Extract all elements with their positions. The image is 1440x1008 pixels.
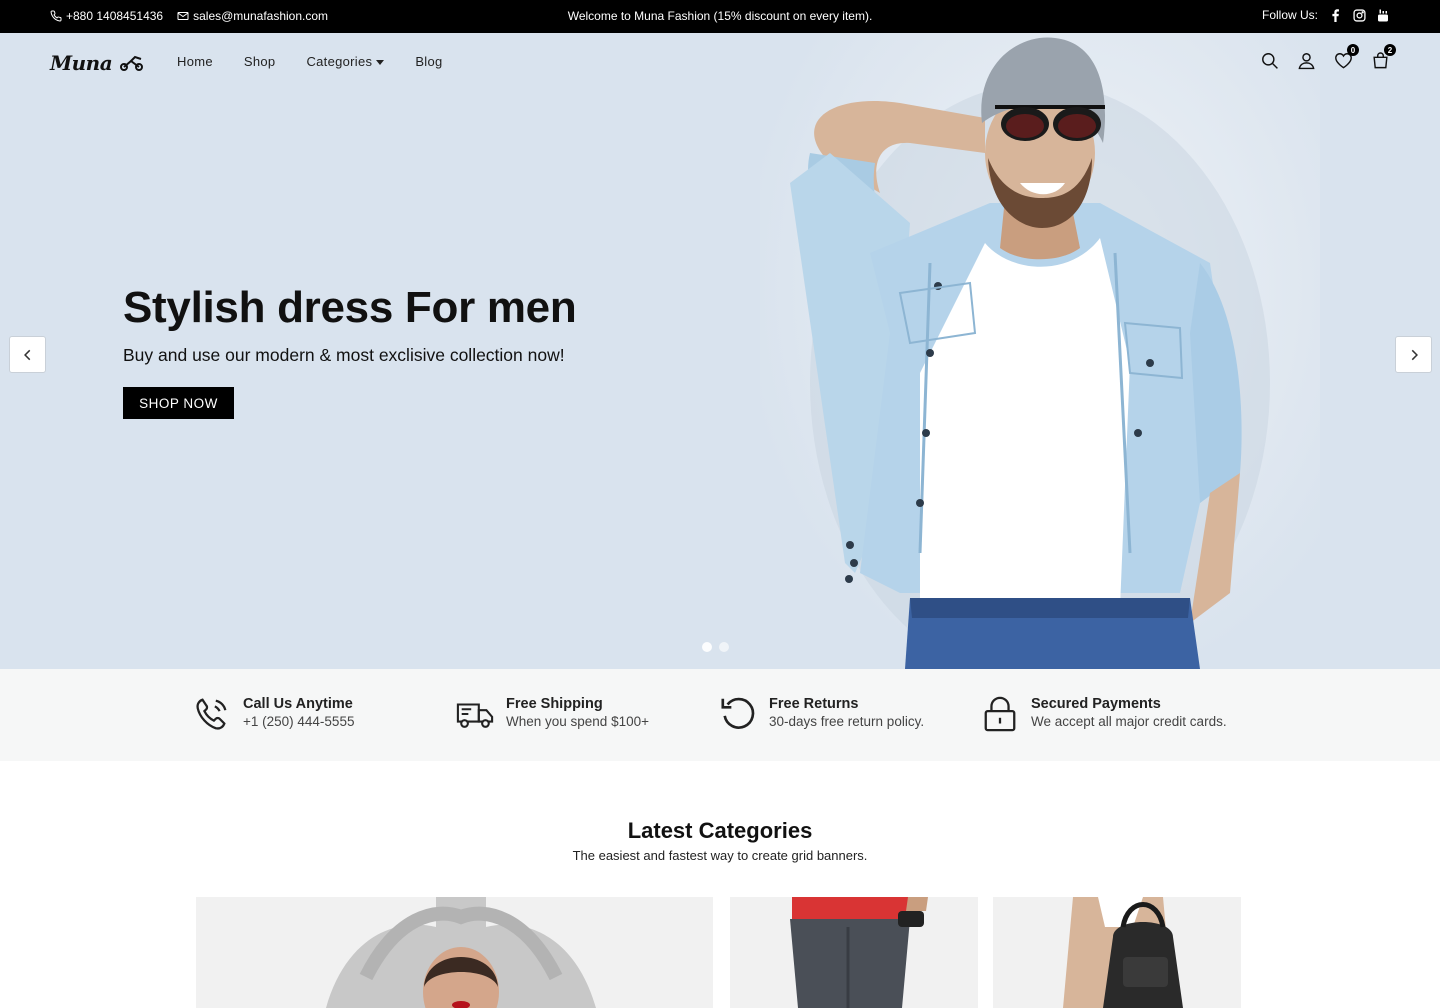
feature-subtitle: +1 (250) 444-5555 <box>243 714 355 729</box>
slider-dot-1[interactable] <box>702 642 712 652</box>
feature-shipping: Free Shipping When you spend $100+ <box>456 695 649 733</box>
shop-now-button[interactable]: SHOP NOW <box>123 387 234 419</box>
feature-subtitle: We accept all major credit cards. <box>1031 714 1227 729</box>
nav-item-home[interactable]: Home <box>177 54 213 69</box>
social-links: Follow Us: <box>1262 8 1390 22</box>
nav-actions: 0 2 <box>1260 44 1396 70</box>
category-image-accessories <box>993 897 1241 1008</box>
truck-icon <box>456 703 494 728</box>
cart-icon[interactable]: 2 <box>1371 44 1396 70</box>
site-logo[interactable]: Muna <box>50 51 145 75</box>
category-image-women <box>196 897 713 1008</box>
scooter-icon <box>119 55 143 71</box>
instagram-icon[interactable] <box>1352 8 1366 22</box>
category-card-men[interactable] <box>730 897 978 1008</box>
feature-call: Call Us Anytime +1 (250) 444-5555 <box>193 695 354 733</box>
nav-menu: Home Shop Categories Blog <box>177 54 443 69</box>
hero-title: Stylish dress For men <box>123 283 577 332</box>
lock-icon <box>984 696 1016 732</box>
feature-returns: Free Returns 30-days free return policy. <box>719 695 924 733</box>
feature-title: Secured Payments <box>1031 696 1161 712</box>
hero-subtitle: Buy and use our modern & most exclisive … <box>123 345 565 365</box>
category-card-accessories[interactable] <box>993 897 1241 1008</box>
nav-item-shop[interactable]: Shop <box>244 54 276 69</box>
welcome-message: Welcome to Muna Fashion (15% discount on… <box>567 9 873 23</box>
chevron-right-icon <box>1411 349 1418 360</box>
caret-down-icon <box>376 60 385 66</box>
return-icon <box>721 697 755 729</box>
main-navigation: Muna Home Shop Categories Blog 0 2 <box>0 33 1440 89</box>
wishlist-count-badge: 0 <box>1347 44 1359 56</box>
nav-item-blog[interactable]: Blog <box>415 54 442 69</box>
wishlist-icon[interactable]: 0 <box>1334 44 1359 70</box>
follow-label: Follow Us: <box>1261 8 1318 22</box>
feature-subtitle: 30-days free return policy. <box>769 714 925 729</box>
nav-item-categories-label: Categories <box>306 54 373 69</box>
slider-next-button[interactable] <box>1395 336 1432 373</box>
phone-icon <box>196 698 227 730</box>
search-icon[interactable] <box>1260 51 1279 70</box>
slider-prev-button[interactable] <box>9 336 46 373</box>
feature-subtitle: When you spend $100+ <box>506 714 649 729</box>
features-strip: Call Us Anytime +1 (250) 444-5555 Free S… <box>0 669 1440 761</box>
logo-text: Muna <box>50 51 113 75</box>
youtube-icon[interactable] <box>1376 8 1390 22</box>
hero-model-image <box>790 37 1270 669</box>
feature-payments: Secured Payments We accept all major cre… <box>981 695 1227 733</box>
chevron-left-icon <box>23 349 30 360</box>
feature-title: Free Shipping <box>506 696 603 712</box>
cart-count-badge: 2 <box>1384 44 1396 56</box>
slider-dot-2[interactable] <box>719 642 729 652</box>
category-card-women[interactable] <box>196 897 713 1008</box>
category-image-men <box>730 897 978 1008</box>
top-bar: +880 1408451436 sales@munafashion.com We… <box>0 0 1440 33</box>
feature-title: Call Us Anytime <box>243 696 353 712</box>
user-icon[interactable] <box>1297 51 1316 70</box>
section-subtitle: The easiest and fastest way to create gr… <box>572 848 868 863</box>
section-title: Latest Categories <box>627 818 813 843</box>
nav-item-categories[interactable]: Categories <box>306 54 385 69</box>
feature-title: Free Returns <box>769 696 859 712</box>
facebook-icon[interactable] <box>1328 8 1342 22</box>
slider-dots <box>702 642 729 652</box>
